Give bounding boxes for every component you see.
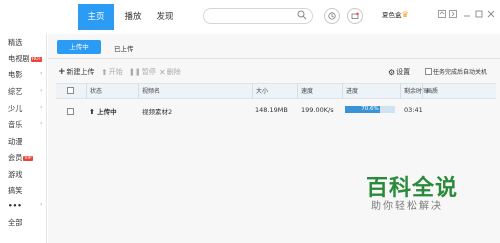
sidebar-item-tv[interactable]: 电视剧 HOT — [8, 54, 43, 64]
sidebar-item-movie[interactable]: 电影 — [8, 70, 22, 80]
sidebar-item-funny[interactable]: 搞笑 — [8, 186, 22, 196]
new-upload-button[interactable]: + 新建上传 — [58, 67, 95, 77]
tab-play[interactable]: 播放 — [118, 4, 148, 30]
sidebar-item-featured[interactable]: 精选 — [8, 38, 22, 48]
vip-badge: VIP — [23, 155, 33, 161]
maximize-icon[interactable] — [474, 9, 483, 18]
select-all-checkbox[interactable] — [67, 87, 74, 94]
chevron-right-icon: › — [40, 104, 43, 111]
chevron-right-icon: › — [40, 201, 43, 208]
sidebar-item-all[interactable]: 全部 — [8, 218, 22, 228]
column-header-name[interactable]: 视频名 — [142, 86, 160, 95]
chevron-right-icon: › — [40, 120, 43, 127]
column-divider — [138, 83, 139, 98]
column-header-speed[interactable]: 速度 — [301, 86, 313, 95]
column-divider — [297, 83, 298, 98]
tab-discover[interactable]: 发现 — [150, 4, 180, 30]
tab-home[interactable]: 主页 — [78, 4, 114, 30]
sidebar-item-kids[interactable]: 少儿 — [8, 104, 22, 114]
pause-icon: ❚❚ — [129, 68, 141, 76]
column-header-progress[interactable]: 进度 — [346, 86, 358, 95]
column-header-status[interactable]: 状态 — [90, 86, 102, 95]
user-name[interactable]: 夏色盒♛ — [382, 9, 409, 19]
sidebar-item-anime[interactable]: 动漫 — [8, 137, 22, 147]
divider — [48, 58, 500, 59]
skin-icon[interactable] — [437, 9, 446, 18]
row-remaining: 03:41 — [404, 106, 423, 114]
watermark-subtitle: 助你轻松解决 — [371, 201, 443, 212]
delete-button[interactable]: ✕ 删除 — [159, 67, 181, 77]
row-speed: 199.00K/s — [301, 106, 334, 114]
sidebar-item-games[interactable]: 游戏 — [8, 170, 22, 180]
column-header-size[interactable]: 大小 — [256, 86, 268, 95]
close-icon[interactable] — [486, 9, 495, 18]
arrow-up-icon: ⬆ — [101, 67, 108, 77]
chevron-right-icon: › — [40, 87, 43, 94]
plus-icon: + — [58, 67, 66, 77]
sidebar-item-more[interactable]: ••• — [8, 201, 22, 210]
sidebar-item-music[interactable]: 音乐 — [8, 120, 22, 130]
gear-icon: ⚙ — [388, 67, 396, 77]
row-status: ⬆ 上传中 — [89, 108, 117, 116]
column-divider — [86, 83, 87, 98]
sidebar-item-variety[interactable]: 综艺 — [8, 87, 22, 97]
row-checkbox[interactable] — [67, 108, 74, 115]
search-icon[interactable] — [297, 10, 307, 20]
minimize-icon[interactable] — [462, 9, 471, 18]
row-size: 148.19MB — [255, 106, 288, 114]
auto-shutdown-option[interactable]: 任务完成后自动关机 — [425, 67, 487, 76]
column-header-quality[interactable]: 画质 — [426, 86, 438, 95]
tab-uploaded[interactable]: 已上传 — [114, 43, 134, 53]
column-header-remaining[interactable]: 剩余时间 — [404, 86, 428, 95]
menu-icon[interactable] — [448, 9, 457, 18]
progress-text: 70.6% — [361, 106, 379, 112]
start-button[interactable]: ⬆ 开始 — [101, 67, 123, 77]
chevron-right-icon: › — [40, 70, 43, 77]
arrow-up-icon: ⬆ — [89, 108, 95, 116]
close-icon: ✕ — [159, 67, 166, 77]
tab-uploading[interactable]: 上传中 — [57, 40, 101, 54]
history-icon[interactable] — [324, 8, 340, 24]
auto-shutdown-checkbox[interactable] — [425, 68, 432, 75]
column-divider — [342, 83, 343, 98]
hot-badge: HOT — [30, 56, 43, 62]
crown-icon: ♛ — [401, 10, 409, 19]
top-bar: 主页 播放 发现 夏色盒♛ — [0, 0, 500, 34]
settings-button[interactable]: ⚙ 设置 — [388, 67, 410, 77]
sidebar-item-vip[interactable]: 会员 VIP — [8, 153, 33, 163]
row-name: 视频素材2 — [142, 108, 173, 116]
upload-progress-bar: 70.6% — [345, 106, 395, 113]
pause-button[interactable]: ❚❚ 暂停 — [129, 67, 156, 77]
column-divider — [252, 83, 253, 98]
column-divider — [422, 83, 423, 98]
message-icon[interactable] — [347, 8, 363, 24]
column-divider — [400, 83, 401, 98]
